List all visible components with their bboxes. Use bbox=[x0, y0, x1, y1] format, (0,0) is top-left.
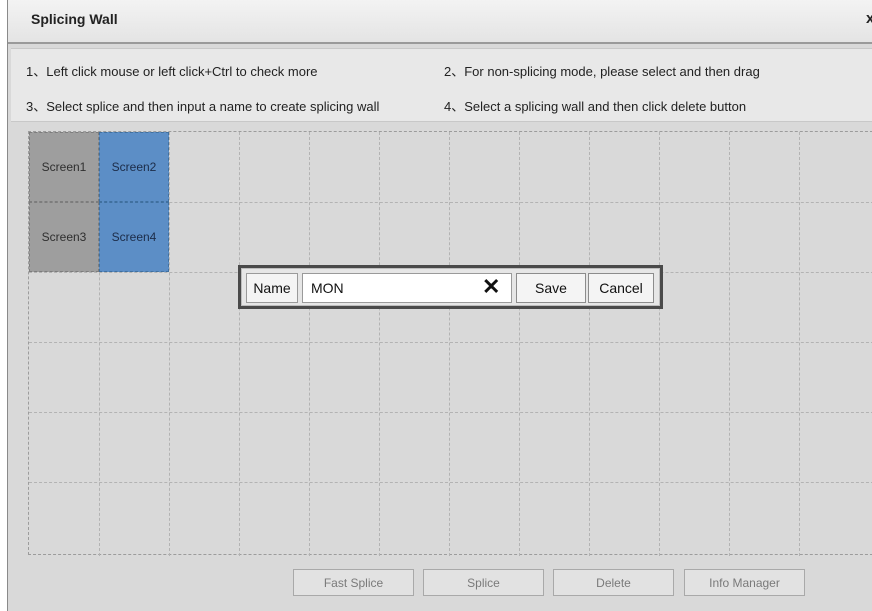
grid-line bbox=[379, 132, 380, 556]
grid-line bbox=[449, 132, 450, 556]
info-manager-button[interactable]: Info Manager bbox=[684, 569, 805, 596]
splicing-wall-dialog: Splicing Wall x 1、Left click mouse or le… bbox=[7, 0, 872, 611]
title-bar: Splicing Wall x bbox=[8, 0, 872, 44]
close-icon[interactable]: x bbox=[866, 10, 872, 27]
grid-line bbox=[309, 132, 310, 556]
grid-line bbox=[169, 132, 170, 556]
cancel-button[interactable]: Cancel bbox=[588, 273, 654, 303]
fast-splice-button[interactable]: Fast Splice bbox=[293, 569, 414, 596]
dialog-title: Splicing Wall bbox=[31, 11, 118, 27]
instruction-2: 2、For non-splicing mode, please select a… bbox=[444, 64, 760, 79]
name-input[interactable] bbox=[302, 273, 512, 303]
delete-button[interactable]: Delete bbox=[553, 569, 674, 596]
name-label: Name bbox=[246, 273, 298, 303]
splice-button[interactable]: Splice bbox=[423, 569, 544, 596]
screen-grid[interactable]: Screen1 Screen2 Screen3 Screen4 bbox=[28, 131, 872, 556]
instruction-1: 1、Left click mouse or left click+Ctrl to… bbox=[26, 64, 318, 79]
grid-line bbox=[29, 412, 872, 413]
instructions-panel: 1、Left click mouse or left click+Ctrl to… bbox=[11, 48, 872, 122]
grid-line bbox=[589, 132, 590, 556]
grid-line bbox=[29, 482, 872, 483]
screen-cell[interactable]: Screen1 bbox=[29, 132, 99, 202]
grid-line bbox=[729, 132, 730, 556]
grid-line bbox=[29, 342, 872, 343]
grid-line bbox=[799, 132, 800, 556]
name-input-bar: Name ✕ Save Cancel bbox=[238, 265, 663, 309]
screen-cell[interactable]: Screen4 bbox=[99, 202, 169, 272]
save-button[interactable]: Save bbox=[516, 273, 586, 303]
grid-line bbox=[659, 132, 660, 556]
instruction-4: 4、Select a splicing wall and then click … bbox=[444, 99, 747, 114]
grid-line bbox=[519, 132, 520, 556]
instruction-3: 3、Select splice and then input a name to… bbox=[26, 99, 380, 114]
name-bar-body: Name ✕ Save Cancel bbox=[241, 268, 660, 306]
grid-line bbox=[239, 132, 240, 556]
clear-icon[interactable]: ✕ bbox=[482, 276, 500, 298]
screen-cell[interactable]: Screen3 bbox=[29, 202, 99, 272]
screen-cell[interactable]: Screen2 bbox=[99, 132, 169, 202]
